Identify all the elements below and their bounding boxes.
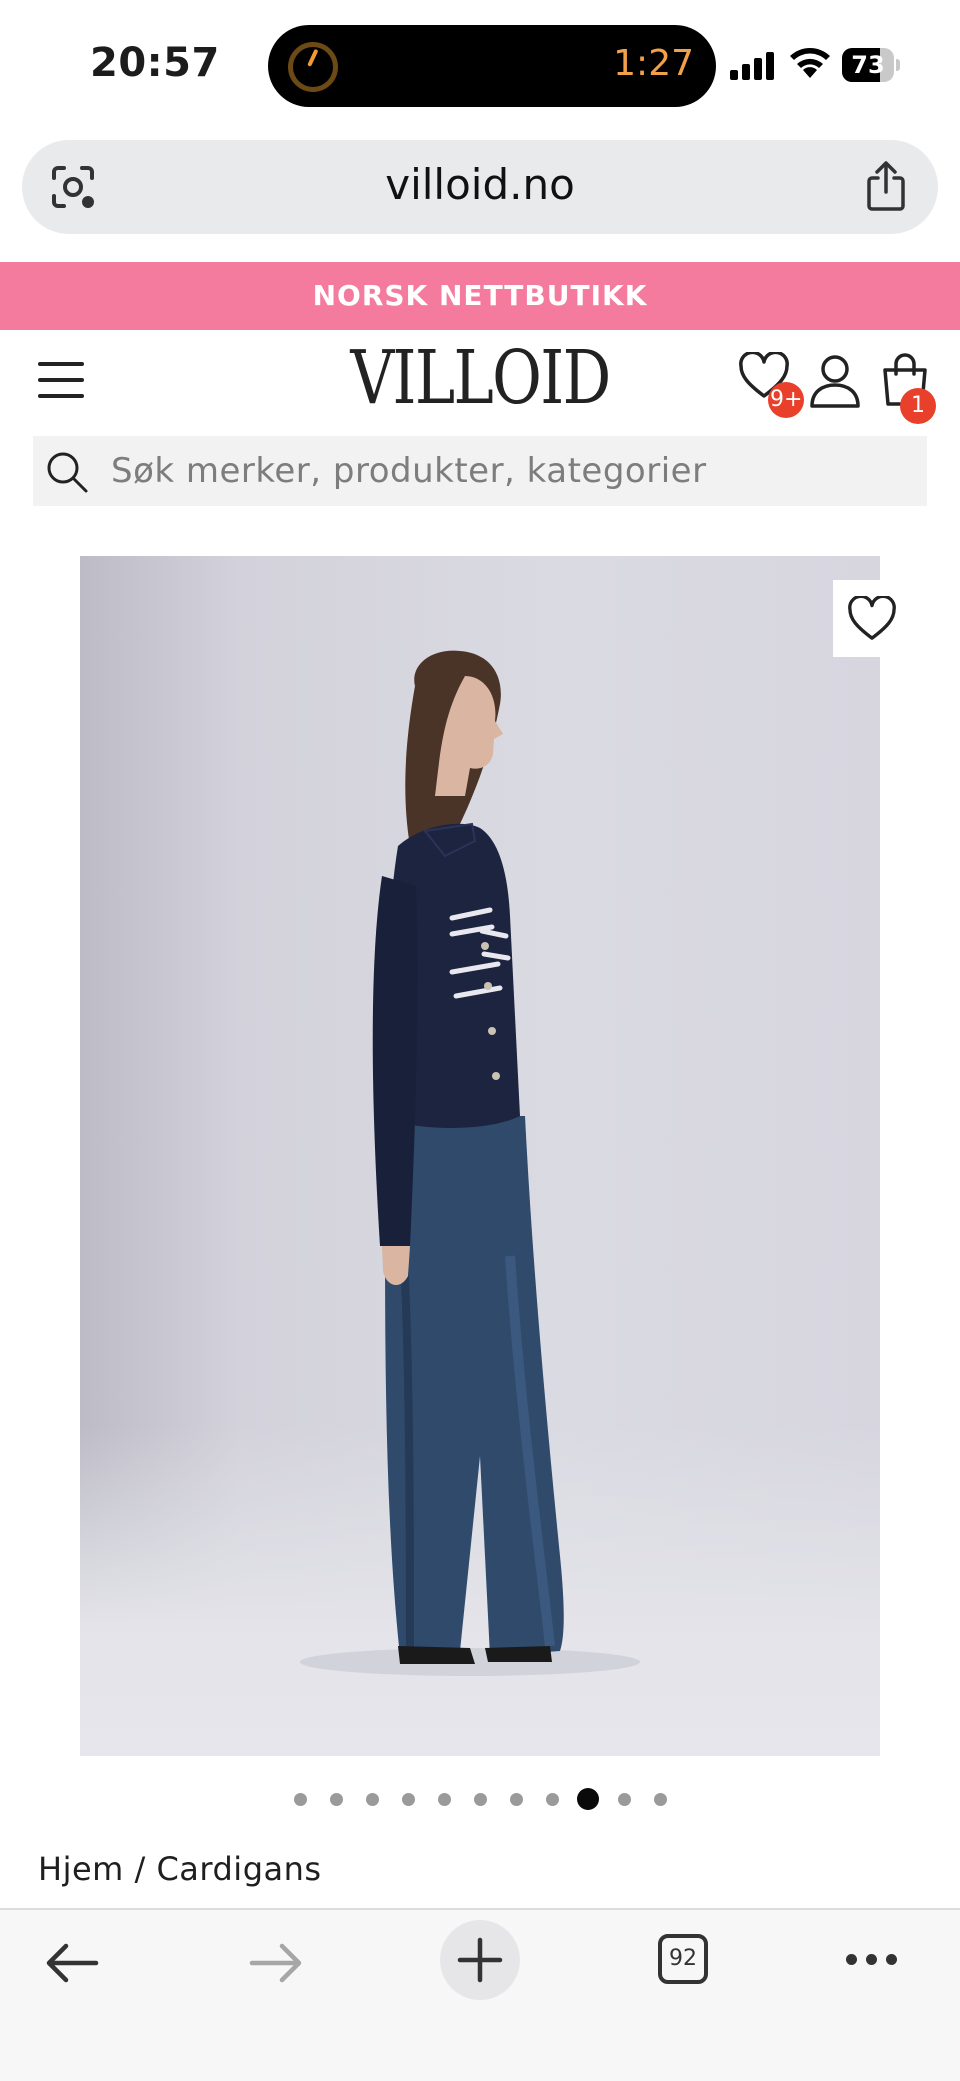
search-placeholder[interactable]: Søk merker, produkter, kategorier [111, 436, 707, 506]
dynamic-island[interactable]: 1:27 [268, 25, 716, 107]
carousel-dot[interactable] [365, 1793, 379, 1806]
carousel-dot[interactable] [401, 1793, 415, 1806]
activity-timer: 1:27 [613, 43, 694, 84]
battery-percent: 73 [851, 51, 885, 79]
carousel-dot-active[interactable] [577, 1788, 599, 1810]
carousel-dot[interactable] [293, 1793, 307, 1806]
address-bar[interactable]: villoid.no [22, 140, 938, 234]
carousel-dot[interactable] [653, 1793, 667, 1806]
wifi-icon [788, 44, 832, 80]
favorite-button[interactable] [833, 580, 910, 657]
cart-button[interactable]: 1 [880, 352, 936, 424]
search-icon [45, 450, 89, 494]
account-button[interactable] [808, 354, 862, 410]
battery-icon: 73 [842, 48, 900, 82]
user-icon [810, 355, 860, 408]
timer-ring-icon [288, 42, 338, 92]
more-menu-icon[interactable] [846, 1954, 898, 1966]
heart-icon [848, 596, 896, 640]
plus-icon [457, 1937, 503, 1983]
carousel-dot[interactable] [437, 1793, 451, 1806]
url-text[interactable]: villoid.no [22, 160, 938, 209]
wishlist-button[interactable]: 9+ [738, 350, 805, 418]
carousel-dot[interactable] [473, 1793, 487, 1806]
menu-icon[interactable] [38, 360, 84, 400]
forward-arrow-icon[interactable] [246, 1938, 306, 1988]
promo-banner: NORSK NETTBUTIKK [0, 262, 960, 330]
carousel-dots[interactable] [0, 1787, 960, 1811]
tab-switcher-button[interactable]: 92 [658, 1934, 708, 1984]
signal-icon [730, 50, 774, 80]
cart-badge: 1 [900, 388, 936, 424]
status-time: 20:57 [90, 40, 220, 86]
back-arrow-icon[interactable] [42, 1938, 102, 1988]
product-image[interactable] [80, 556, 880, 1756]
breadcrumb[interactable]: Hjem / Cardigans [38, 1850, 322, 1888]
carousel-dot[interactable] [509, 1793, 523, 1806]
carousel-dot[interactable] [617, 1793, 631, 1806]
search-bar[interactable]: Søk merker, produkter, kategorier [33, 436, 927, 506]
browser-toolbar: 92 [0, 1908, 960, 2081]
status-bar: 20:57 1:27 73 [0, 0, 960, 130]
new-tab-button[interactable] [440, 1920, 520, 2000]
model-figure [300, 650, 640, 1676]
share-icon[interactable] [864, 160, 908, 212]
carousel-dot[interactable] [329, 1793, 343, 1806]
carousel-dot[interactable] [545, 1793, 559, 1806]
